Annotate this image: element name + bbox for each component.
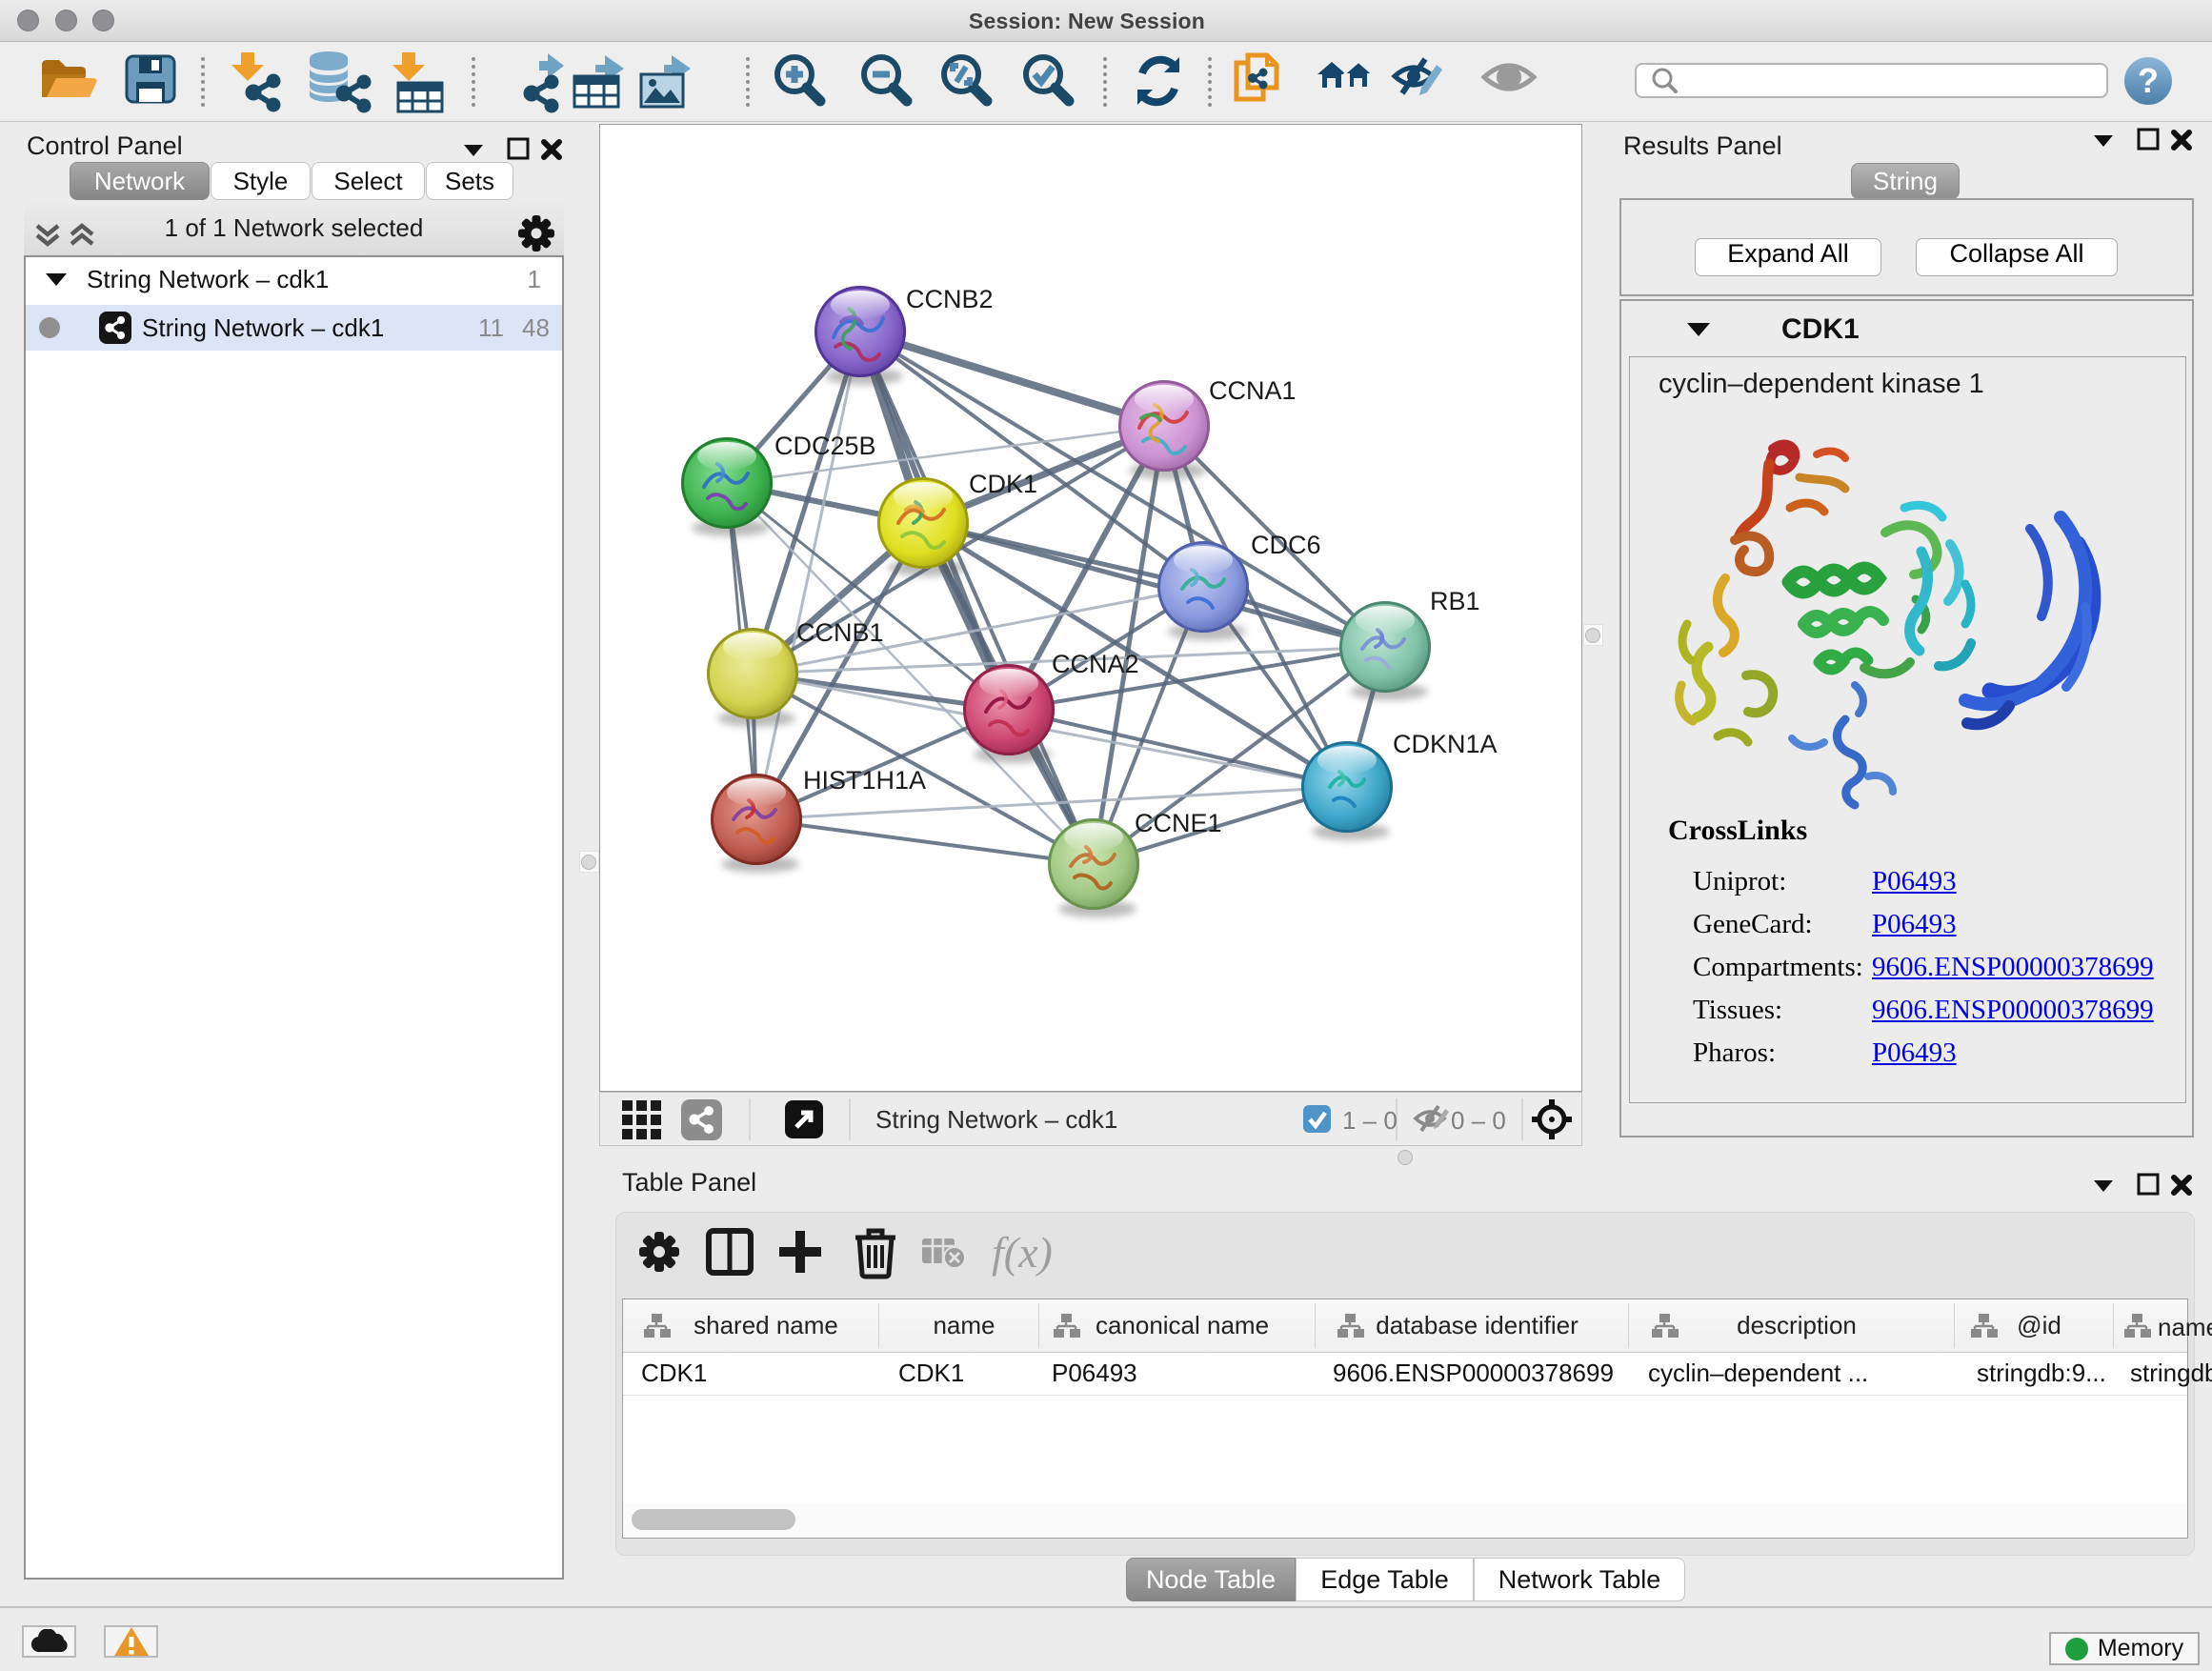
svg-text:CCNB2: CCNB2 xyxy=(906,285,994,313)
svg-text:f(x): f(x) xyxy=(992,1228,1053,1277)
svg-text:CCNB1: CCNB1 xyxy=(796,618,884,647)
svg-text:RB1: RB1 xyxy=(1430,587,1480,615)
svg-text:HIST1H1A: HIST1H1A xyxy=(803,766,926,795)
svg-text:CDK1: CDK1 xyxy=(969,470,1037,498)
svg-text:CCNE1: CCNE1 xyxy=(1135,809,1222,837)
svg-text:CDC25B: CDC25B xyxy=(774,432,876,460)
svg-text:CDC6: CDC6 xyxy=(1251,531,1321,559)
svg-text:CCNA2: CCNA2 xyxy=(1052,650,1139,678)
svg-text:CDKN1A: CDKN1A xyxy=(1393,730,1498,758)
svg-text:CCNA1: CCNA1 xyxy=(1209,376,1297,405)
svg-text:?: ? xyxy=(2138,61,2159,100)
